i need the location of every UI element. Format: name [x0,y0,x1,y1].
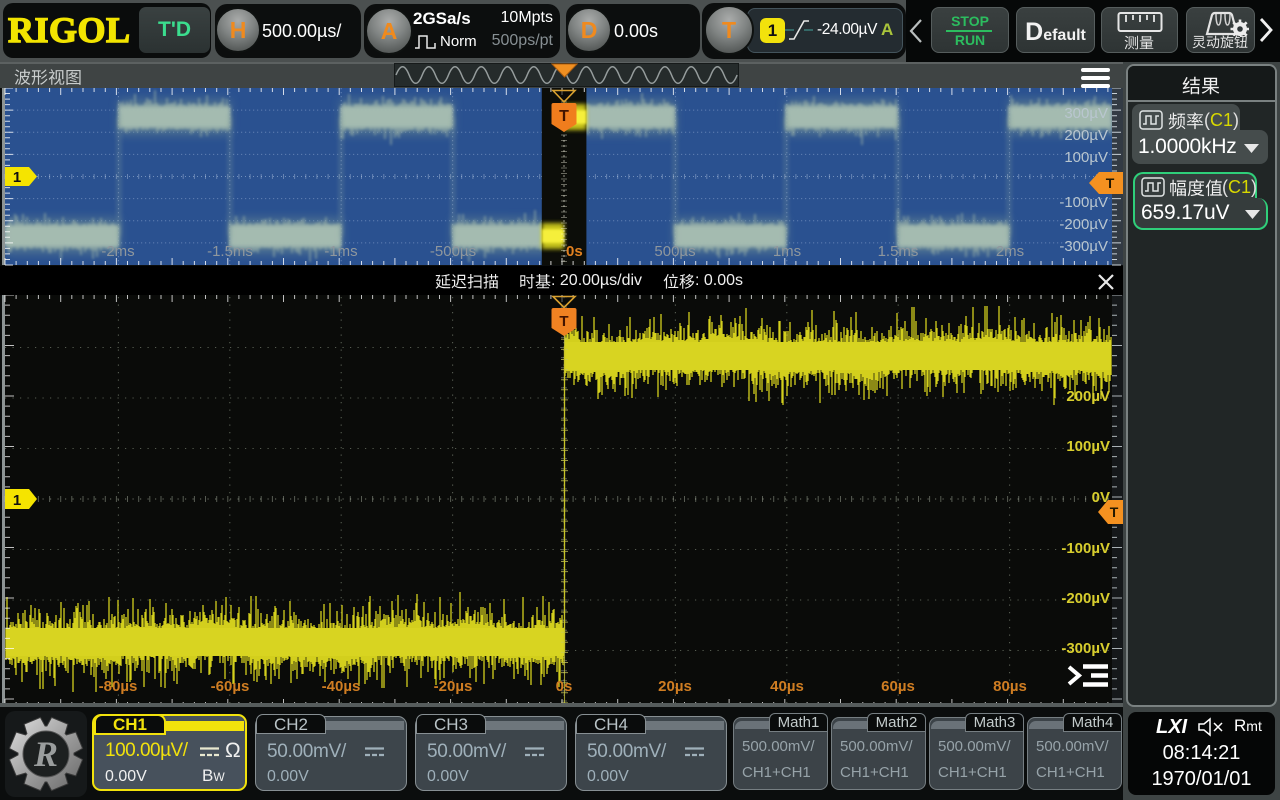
svg-text:T: T [559,313,568,330]
svg-text:R: R [33,734,58,774]
svg-text:T: T [559,108,569,125]
svg-text:T: T [1106,175,1115,191]
svg-text:T: T [1110,504,1119,520]
svg-text:1: 1 [13,492,21,509]
svg-text:1: 1 [13,169,21,186]
